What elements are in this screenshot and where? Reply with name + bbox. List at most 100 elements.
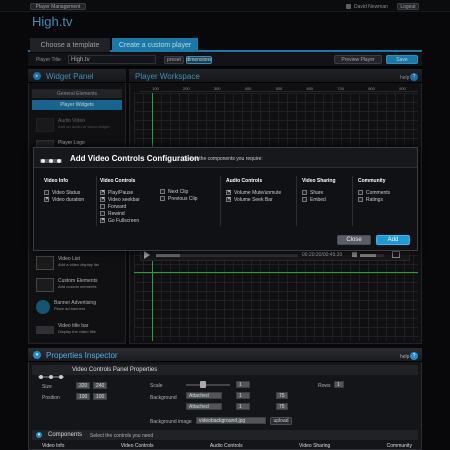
components-title: Components: [48, 432, 83, 438]
modal-title: Add Video Controls Configuration: [70, 154, 200, 163]
modal-subtitle: Select the components you require:: [184, 156, 263, 162]
checkbox-video-duration[interactable]: ✕ Video duration: [44, 196, 84, 203]
upload-button[interactable]: upload: [270, 417, 292, 425]
components-collapse-icon[interactable]: ▾: [36, 432, 42, 438]
column-audio-controls: Audio Controls ✕ Volume Mute/unmute ✕ Volu…: [226, 178, 281, 203]
checkbox-box[interactable]: [302, 197, 307, 202]
panel-properties-title: Video Controls Panel Properties: [72, 367, 158, 373]
column-video-controls: Video Controls ✕ Play/Pause ✕ Video seekba…: [100, 178, 140, 224]
size-width-input[interactable]: 320: [76, 382, 90, 389]
properties-help-icon[interactable]: ?: [410, 352, 418, 360]
column-header: Audio Controls: [226, 178, 263, 184]
background-image-label: Background image: [150, 419, 192, 425]
background-value-2[interactable]: 1: [236, 403, 250, 410]
checkbox-embed[interactable]: Embed: [302, 196, 336, 203]
checkbox-box[interactable]: ✕: [44, 197, 49, 202]
checkbox-box[interactable]: [302, 190, 307, 195]
checkbox-box[interactable]: [358, 190, 363, 195]
column-divider: [220, 176, 221, 226]
checkbox-box[interactable]: [100, 211, 105, 216]
close-button[interactable]: Close: [337, 235, 371, 245]
checkbox-volume-seek-bar[interactable]: ✕ Volume Seek Bar: [226, 196, 281, 203]
column-header: Community: [358, 178, 386, 184]
background-select-2[interactable]: Attached: [186, 403, 222, 410]
column-video-sharing: Video Sharing Share Embed: [302, 178, 336, 203]
properties-title: Properties Inspector: [46, 351, 118, 360]
position-x-input[interactable]: 100: [76, 393, 90, 400]
scale-slider-handle[interactable]: [200, 381, 206, 388]
column-video-info: Video Info Video Status ✕ Video duration: [44, 178, 84, 203]
column-header: Video Info: [44, 178, 69, 184]
background-label: Background: [150, 395, 177, 401]
checkbox-ratings[interactable]: Ratings: [358, 196, 390, 203]
checkbox-go-fullscreen[interactable]: ✕ Go Fullscreen: [100, 217, 140, 224]
checkbox-label: Comments: [366, 189, 391, 196]
checkbox-label: Forward: [108, 203, 127, 210]
components-columns: Video Info Video Controls Audio Controls…: [42, 443, 412, 449]
checkbox-label: Volume Mute/unmute: [234, 189, 282, 196]
panel-icon: [38, 367, 64, 379]
position-label: Position: [42, 395, 60, 401]
background-select[interactable]: Attached: [186, 392, 222, 399]
scale-value-input[interactable]: 1: [236, 381, 250, 388]
background-pct-2[interactable]: 75: [276, 403, 288, 410]
components-col-header: Audio Controls: [209, 443, 243, 449]
checkbox-box[interactable]: [358, 197, 363, 202]
checkbox-label: Go Fullscreen: [108, 217, 140, 224]
components-subtitle: Select the controls you need: [90, 433, 154, 439]
components-col-header: Video Sharing: [298, 443, 331, 449]
checkbox-box[interactable]: [160, 196, 165, 201]
background-image-input[interactable]: videobackground.jpg: [196, 417, 266, 424]
checkbox-box[interactable]: [44, 190, 49, 195]
rows-input[interactable]: 1: [334, 381, 344, 388]
background-pct[interactable]: 75: [276, 392, 288, 399]
background-value[interactable]: 1: [236, 392, 250, 399]
add-button[interactable]: Add: [376, 235, 410, 245]
checkbox-label: Volume Seek Bar: [234, 196, 273, 203]
checkbox-video-status[interactable]: Video Status: [44, 189, 84, 196]
video-controls-icon: [40, 153, 62, 163]
checkbox-label: Ratings: [366, 196, 383, 203]
checkbox-comments[interactable]: Comments: [358, 189, 390, 196]
checkbox-box[interactable]: ✕: [226, 197, 231, 202]
column-community: Community Comments Ratings: [358, 178, 390, 203]
components-col-header: Community: [386, 443, 412, 449]
column-divider: [96, 176, 97, 226]
scale-label: Scale: [150, 383, 163, 389]
checkbox-box[interactable]: ✕: [100, 190, 105, 195]
checkbox-share[interactable]: Share: [302, 189, 336, 196]
checkbox-forward[interactable]: Forward: [100, 203, 140, 210]
checkbox-box[interactable]: ✕: [100, 197, 105, 202]
checkbox-next-clip[interactable]: Next Clip: [160, 188, 197, 195]
checkbox-volume-mute[interactable]: ✕ Volume Mute/unmute: [226, 189, 281, 196]
checkbox-box[interactable]: [160, 189, 165, 194]
collapse-properties-icon[interactable]: ▾: [33, 351, 41, 359]
column-header: Video Sharing: [302, 178, 336, 184]
column-clip-nav: Next Clip Previous Clip: [160, 188, 197, 202]
checkbox-label: Share: [310, 189, 324, 196]
checkbox-label: Embed: [310, 196, 326, 203]
checkbox-play-pause[interactable]: ✕ Play/Pause: [100, 189, 140, 196]
checkbox-rewind[interactable]: Rewind: [100, 210, 140, 217]
column-header: Video Controls: [100, 178, 136, 184]
position-y-input[interactable]: 100: [93, 393, 107, 400]
checkbox-label: Video Status: [52, 189, 81, 196]
checkbox-label: Video seekbar: [108, 196, 140, 203]
checkbox-box[interactable]: [100, 204, 105, 209]
size-label: Size: [42, 384, 52, 390]
size-height-input[interactable]: 240: [93, 382, 107, 389]
checkbox-label: Video duration: [52, 196, 85, 203]
checkbox-previous-clip[interactable]: Previous Clip: [160, 195, 197, 202]
checkbox-label: Next Clip: [168, 188, 189, 195]
checkbox-label: Play/Pause: [108, 189, 134, 196]
rows-label: Rows: [318, 383, 331, 389]
checkbox-label: Previous Clip: [168, 195, 198, 202]
checkbox-video-seekbar[interactable]: ✕ Video seekbar: [100, 196, 140, 203]
properties-help-link[interactable]: help: [400, 354, 409, 360]
components-col-header: Video Controls: [120, 443, 154, 449]
column-divider: [296, 176, 297, 226]
column-divider: [352, 176, 353, 226]
scale-slider[interactable]: [186, 384, 230, 386]
checkbox-box[interactable]: ✕: [226, 190, 231, 195]
checkbox-box[interactable]: ✕: [100, 218, 105, 223]
